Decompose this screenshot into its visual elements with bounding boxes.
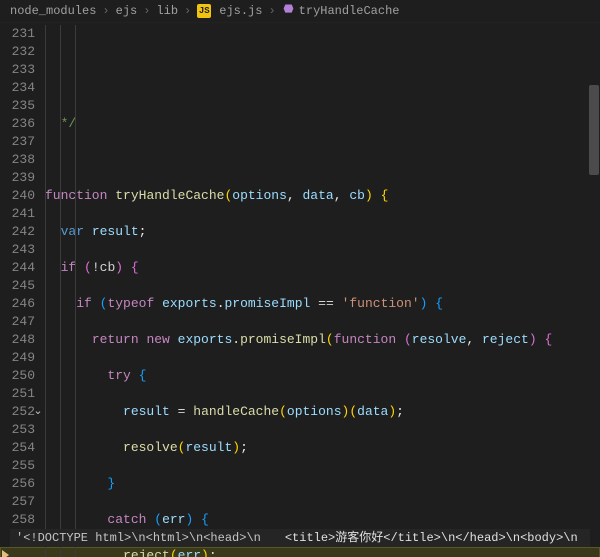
code-line[interactable]: }	[45, 475, 600, 493]
breadcrumb-seg[interactable]: ejs.js	[219, 2, 262, 20]
code-editor[interactable]: '<!DOCTYPE html>\n<html>\n<head>\n <titl…	[0, 23, 600, 557]
breadcrumb-seg[interactable]: node_modules	[10, 2, 96, 20]
line-number[interactable]: 245	[0, 277, 45, 295]
line-number[interactable]: 247	[0, 313, 45, 331]
line-number[interactable]: 239	[0, 169, 45, 187]
line-number[interactable]: 237	[0, 133, 45, 151]
line-number[interactable]: 238	[0, 151, 45, 169]
chevron-right-icon: ›	[143, 2, 150, 20]
breadcrumb[interactable]: node_modules › ejs › lib › JS ejs.js › t…	[0, 0, 600, 23]
line-number[interactable]: 255	[0, 457, 45, 475]
chevron-right-icon: ›	[268, 2, 275, 20]
line-number[interactable]: 246	[0, 295, 45, 313]
line-number[interactable]: 257	[0, 493, 45, 511]
line-number[interactable]: 232	[0, 43, 45, 61]
line-number[interactable]: 250	[0, 367, 45, 385]
line-number[interactable]: 256	[0, 475, 45, 493]
hover-title: <title>游客你好</title>\n</head>\n<body>\n	[285, 529, 578, 547]
method-icon	[282, 2, 295, 21]
line-number[interactable]: 249	[0, 349, 45, 367]
code-line[interactable]	[45, 151, 600, 169]
line-number[interactable]: 251	[0, 385, 45, 403]
code-line[interactable]: function tryHandleCache(options, data, c…	[45, 187, 600, 205]
breadcrumb-seg[interactable]: ejs	[116, 2, 138, 20]
code-line[interactable]: */	[45, 115, 600, 133]
code-line[interactable]: var result;	[45, 223, 600, 241]
line-number[interactable]: 236	[0, 115, 45, 133]
line-number[interactable]: 240	[0, 187, 45, 205]
line-number[interactable]: 254	[0, 439, 45, 457]
debug-inline-value[interactable]: '<!DOCTYPE html>\n<html>\n<head>\n <titl…	[10, 529, 590, 547]
code-line[interactable]: return new exports.promiseImpl(function …	[45, 331, 600, 349]
fold-chevron-icon[interactable]: ⌄	[33, 403, 43, 421]
js-file-icon: JS	[197, 4, 211, 18]
line-number[interactable]: 248	[0, 331, 45, 349]
chevron-right-icon: ›	[102, 2, 109, 20]
hover-text: '<!DOCTYPE html>\n<html>\n<head>\n	[16, 529, 261, 547]
breadcrumb-seg[interactable]: tryHandleCache	[299, 2, 400, 20]
line-number[interactable]: 241	[0, 205, 45, 223]
code-area[interactable]: */ function tryHandleCache(options, data…	[45, 23, 600, 557]
line-number[interactable]: 231	[0, 25, 45, 43]
code-line[interactable]	[45, 79, 600, 97]
code-line[interactable]: resolve(result);	[45, 439, 600, 457]
code-line[interactable]: result = handleCache(options)(data);	[45, 403, 600, 421]
line-number[interactable]: 253	[0, 421, 45, 439]
scrollbar-thumb[interactable]	[589, 85, 599, 175]
code-line[interactable]: try {	[45, 367, 600, 385]
line-number[interactable]: 244	[0, 259, 45, 277]
line-number[interactable]: 234	[0, 79, 45, 97]
line-number[interactable]: 235	[0, 97, 45, 115]
line-number-gutter[interactable]: 231 232 233 234 235 236 237 238 239 240 …	[0, 23, 45, 557]
breadcrumb-seg[interactable]: lib	[156, 2, 178, 20]
code-line[interactable]: if (!cb) {	[45, 259, 600, 277]
code-line[interactable]: catch (err) {	[45, 511, 600, 529]
code-line[interactable]: if (typeof exports.promiseImpl == 'funct…	[45, 295, 600, 313]
execution-pointer-icon[interactable]	[2, 550, 9, 557]
line-number[interactable]: 242	[0, 223, 45, 241]
code-line[interactable]: reject(err);	[45, 547, 600, 557]
vertical-scrollbar[interactable]	[588, 45, 600, 557]
line-number[interactable]: 243	[0, 241, 45, 259]
chevron-right-icon: ›	[184, 2, 191, 20]
line-number[interactable]: 233	[0, 61, 45, 79]
line-number[interactable]: 258	[0, 511, 45, 529]
